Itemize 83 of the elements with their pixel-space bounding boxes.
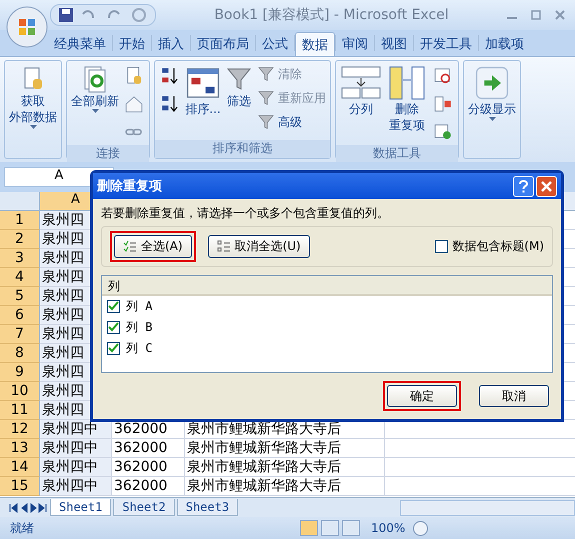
ribbon-tab[interactable]: 插入 (152, 32, 190, 56)
select-all-button[interactable]: 全选(A) (114, 235, 192, 258)
ok-button[interactable]: 确定 (387, 385, 457, 407)
funnel-icon (257, 113, 275, 131)
ribbon-button[interactable]: 删除 重复项 (386, 63, 428, 133)
list-icon (216, 240, 231, 254)
checklist-icon (123, 240, 137, 254)
row-header[interactable]: 3 (0, 249, 40, 268)
sheet-tab[interactable]: Sheet3 (176, 499, 238, 516)
ribbon-button[interactable]: 排序... (185, 63, 221, 117)
split-columns-icon (340, 65, 382, 101)
view-button[interactable] (300, 520, 318, 536)
maximize-icon[interactable] (531, 10, 541, 20)
ribbon-small-button[interactable]: 高级 (257, 113, 326, 131)
group-label: 数据工具 (336, 145, 458, 162)
row-header[interactable]: 6 (0, 306, 40, 325)
unselect-all-button[interactable]: 取消全选(U) (208, 235, 310, 258)
close-button[interactable] (536, 176, 557, 196)
row-header[interactable]: 2 (0, 230, 40, 249)
zoom-out-button[interactable] (413, 520, 428, 536)
table-cell: 泉州四中 (40, 439, 112, 458)
ribbon-tab[interactable]: 页面布局 (191, 32, 255, 56)
ribbon-tab[interactable]: 开发工具 (414, 32, 478, 56)
table-cell: 泉州四中 (40, 477, 112, 496)
zoom-level: 100% (371, 521, 406, 535)
header-checkbox[interactable]: 数据包含标题(M) (435, 238, 544, 255)
ribbon-tab[interactable]: 公式 (256, 32, 294, 56)
row-header[interactable]: 13 (0, 439, 40, 458)
close-icon (541, 180, 552, 192)
select-all-corner[interactable] (0, 192, 40, 211)
table-cell: 362000 (112, 439, 185, 458)
table-cell: 泉州四中 (40, 458, 112, 477)
ribbon-tab[interactable]: 经典菜单 (48, 32, 112, 56)
ribbon-button[interactable]: 全部刷新 (71, 63, 119, 113)
window-title: Book1 [兼容模式] - Microsoft Excel (213, 6, 450, 24)
close-icon[interactable] (555, 10, 565, 20)
row-header[interactable]: 8 (0, 344, 40, 363)
ribbon-button[interactable]: 分级显示 (468, 63, 516, 121)
ribbon-tab[interactable]: 审阅 (336, 32, 374, 56)
ribbon-tab[interactable]: 开始 (113, 32, 151, 56)
group-label: 排序和筛选 (155, 140, 330, 158)
row-header[interactable]: 7 (0, 325, 40, 344)
row-header[interactable]: 15 (0, 477, 40, 496)
row-header[interactable]: 4 (0, 268, 40, 287)
table-cell: 泉州市鲤城新华路大寺后 (185, 439, 385, 458)
sheet-tab[interactable]: Sheet2 (113, 499, 175, 516)
check-icon (108, 322, 119, 333)
row-header[interactable]: 10 (0, 382, 40, 401)
save-icon[interactable] (59, 8, 73, 22)
view-button[interactable] (342, 520, 360, 536)
horizontal-scrollbar[interactable] (400, 500, 575, 516)
help-icon (519, 180, 528, 192)
ribbon-button[interactable]: 获取 外部数据 (9, 63, 57, 129)
table-cell: 泉州四中 (40, 420, 112, 439)
row-header[interactable]: 9 (0, 363, 40, 382)
list-header: 列 (102, 276, 552, 296)
ribbon-tab[interactable]: 数据 (295, 32, 335, 56)
help-button[interactable] (513, 176, 534, 196)
row-header[interactable]: 1 (0, 211, 40, 230)
funnel-icon (257, 89, 275, 107)
sheet-tab[interactable]: Sheet1 (50, 499, 112, 516)
sheet-nav-icon[interactable] (8, 502, 48, 512)
funnel-icon (257, 65, 275, 83)
ribbon-button[interactable]: 分列 (340, 63, 382, 117)
group-label: 连接 (67, 145, 149, 162)
table-cell: 362000 (112, 477, 185, 496)
check-icon (108, 343, 119, 354)
row-header[interactable]: 5 (0, 287, 40, 306)
status-text: 就绪 (10, 520, 35, 536)
table-cell: 362000 (112, 458, 185, 477)
table-cell: 泉州市鲤城新华路大寺后 (185, 458, 385, 477)
row-header[interactable]: 12 (0, 420, 40, 439)
cancel-button[interactable]: 取消 (479, 385, 549, 407)
table-cell: 泉州市鲤城新华路大寺后 (185, 477, 385, 496)
circle-icon[interactable] (131, 7, 147, 23)
row-header[interactable]: 14 (0, 458, 40, 477)
check-icon (108, 301, 119, 312)
row-header[interactable]: 11 (0, 401, 40, 420)
ribbon-tab[interactable]: 加载项 (479, 32, 530, 56)
view-button[interactable] (321, 520, 339, 536)
ribbon-button[interactable]: 筛选 (225, 63, 253, 109)
sort-dialog-icon (185, 65, 221, 101)
ribbon-tab[interactable]: 视图 (375, 32, 413, 56)
